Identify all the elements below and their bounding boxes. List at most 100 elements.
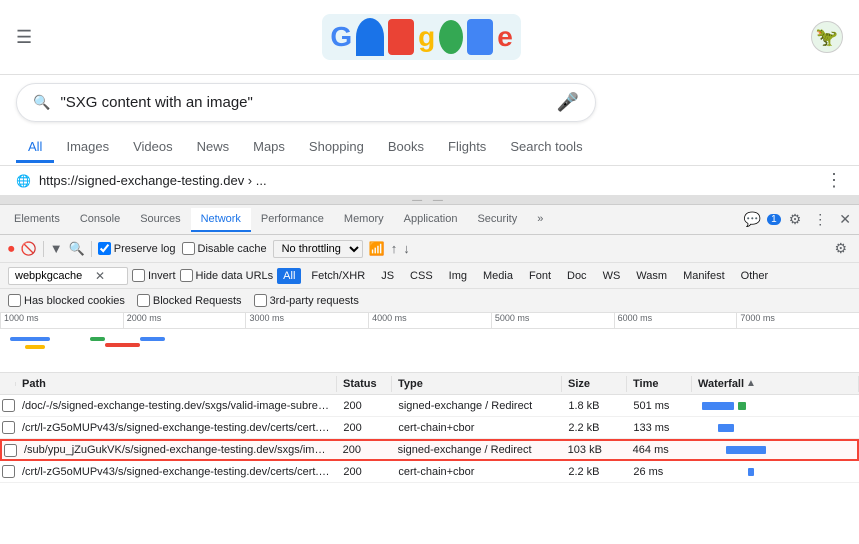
result-more-icon[interactable]: ⋮ — [825, 170, 843, 191]
table-row[interactable]: /crt/l-zG5oMUPv43/s/signed-exchange-test… — [0, 417, 859, 439]
search-box[interactable]: 🔍 "SXG content with an image" 🎤 — [16, 83, 596, 122]
row-type-2: cert-chain+cbor — [392, 420, 562, 436]
network-settings-icon[interactable]: ⚙ — [830, 238, 851, 258]
filter-bar: ✕ Invert Hide data URLs All Fetch/XHR JS… — [0, 263, 859, 289]
disable-cache-checkbox[interactable] — [182, 242, 195, 255]
toolbar-separator-2 — [91, 241, 92, 257]
tab-shopping[interactable]: Shopping — [297, 133, 376, 163]
filter-tag-all[interactable]: All — [277, 268, 301, 284]
table-row[interactable]: /crt/l-zG5oMUPv43/s/signed-exchange-test… — [0, 461, 859, 483]
filter-icon[interactable]: ▼ — [50, 241, 63, 256]
row-type-1: signed-exchange / Redirect — [392, 398, 562, 414]
row-path-4: /crt/l-zG5oMUPv43/s/signed-exchange-test… — [16, 464, 337, 480]
filter-tag-doc[interactable]: Doc — [561, 268, 593, 284]
invert-checkbox[interactable] — [132, 269, 145, 282]
hide-urls-label[interactable]: Hide data URLs — [180, 269, 274, 282]
th-type: Type — [392, 376, 562, 392]
devtools-tab-performance[interactable]: Performance — [251, 208, 334, 232]
third-party-checkbox[interactable] — [254, 294, 267, 307]
devtools-close-icon[interactable]: ✕ — [835, 209, 855, 230]
blocked-cookies-checkbox[interactable] — [8, 294, 21, 307]
th-path: Path — [16, 376, 337, 392]
preserve-log-checkbox[interactable] — [98, 242, 111, 255]
th-time: Time — [627, 376, 692, 392]
row-type-4: cert-chain+cbor — [392, 464, 562, 480]
row-path-2: /crt/l-zG5oMUPv43/s/signed-exchange-test… — [16, 420, 337, 436]
filter-tag-fetch[interactable]: Fetch/XHR — [305, 268, 371, 284]
timeline-ruler: 1000 ms 2000 ms 3000 ms 4000 ms 5000 ms … — [0, 313, 859, 329]
disable-cache-label[interactable]: Disable cache — [182, 242, 267, 255]
waterfall-sort-arrow: ▲ — [746, 378, 756, 389]
row-checkbox-4[interactable] — [0, 463, 16, 480]
tab-all[interactable]: All — [16, 133, 54, 163]
tab-videos[interactable]: Videos — [121, 133, 185, 163]
hide-urls-checkbox[interactable] — [180, 269, 193, 282]
row-status-4: 200 — [337, 464, 392, 480]
devtools-tab-icons: 💬 1 ⚙ ⋮ ✕ — [740, 209, 855, 230]
blocked-requests-checkbox[interactable] — [137, 294, 150, 307]
tab-images[interactable]: Images — [54, 133, 121, 163]
search-result-bar: 🌐 https://signed-exchange-testing.dev › … — [0, 166, 859, 196]
record-icon[interactable]: ⏺ — [8, 241, 15, 257]
invert-label[interactable]: Invert — [132, 269, 176, 282]
filter-tag-wasm[interactable]: Wasm — [630, 268, 673, 284]
filter-input[interactable] — [15, 270, 95, 282]
tab-flights[interactable]: Flights — [436, 133, 498, 163]
filter-clear-icon[interactable]: ✕ — [95, 269, 105, 283]
tab-search-tools[interactable]: Search tools — [498, 133, 594, 163]
tab-news[interactable]: News — [185, 133, 242, 163]
filter-input-wrap: ✕ — [8, 267, 128, 285]
filter-tag-other[interactable]: Other — [735, 268, 775, 284]
filter-tag-js[interactable]: JS — [375, 268, 400, 284]
devtools-tab-console[interactable]: Console — [70, 208, 130, 232]
clear-icon[interactable]: 🚫 — [21, 241, 37, 257]
hamburger-icon[interactable]: ☰ — [16, 27, 32, 48]
devtools-tab-elements[interactable]: Elements — [4, 208, 70, 232]
row-checkbox-2[interactable] — [0, 419, 16, 436]
filter-tag-manifest[interactable]: Manifest — [677, 268, 731, 284]
table-row-highlighted[interactable]: /sub/ypu_jZuGukVK/s/signed-exchange-test… — [0, 439, 859, 461]
timeline-bar-4 — [105, 343, 140, 347]
filter-tag-media[interactable]: Media — [477, 268, 519, 284]
row-checkbox-3[interactable] — [2, 442, 18, 459]
devtools-drag-handle[interactable]: — — — [0, 196, 859, 204]
timeline-bar-3 — [90, 337, 105, 341]
throttle-select[interactable]: No throttling — [273, 240, 363, 258]
blocked-cookies-label[interactable]: Has blocked cookies — [8, 294, 125, 307]
devtools-tab-network[interactable]: Network — [191, 208, 251, 232]
filter-tag-css[interactable]: CSS — [404, 268, 439, 284]
filter-tag-img[interactable]: Img — [443, 268, 473, 284]
waterfall-bar-2 — [718, 424, 734, 432]
table-row[interactable]: /doc/-/s/signed-exchange-testing.dev/sxg… — [0, 395, 859, 417]
avatar[interactable]: 🦖 — [811, 21, 843, 53]
devtools-tab-memory[interactable]: Memory — [334, 208, 394, 232]
third-party-label[interactable]: 3rd-party requests — [254, 294, 359, 307]
feedback-icon[interactable]: 💬 — [740, 209, 765, 230]
upload-icon[interactable]: ↑ — [391, 241, 398, 256]
toolbar-settings: ⚙ — [830, 240, 851, 257]
row-time-3: 464 ms — [627, 442, 692, 458]
tab-maps[interactable]: Maps — [241, 133, 297, 163]
row-checkbox-1[interactable] — [0, 397, 16, 414]
online-icon[interactable]: 📶 — [369, 241, 385, 257]
globe-icon: 🌐 — [16, 174, 31, 188]
result-url[interactable]: https://signed-exchange-testing.dev › ..… — [39, 173, 267, 188]
devtools-tab-more[interactable]: » — [527, 208, 553, 232]
filter-tag-font[interactable]: Font — [523, 268, 557, 284]
devtools-tab-application[interactable]: Application — [394, 208, 468, 232]
filter-tag-ws[interactable]: WS — [597, 268, 627, 284]
devtools-more-icon[interactable]: ⋮ — [809, 209, 831, 230]
devtools-settings-icon[interactable]: ⚙ — [785, 209, 806, 230]
mic-icon[interactable]: 🎤 — [557, 92, 579, 113]
row-waterfall-1 — [692, 397, 859, 415]
search-icon[interactable]: 🔍 — [69, 241, 85, 257]
devtools-tab-security[interactable]: Security — [467, 208, 527, 232]
download-icon[interactable]: ↓ — [403, 241, 410, 256]
tab-books[interactable]: Books — [376, 133, 436, 163]
blocked-requests-label[interactable]: Blocked Requests — [137, 294, 242, 307]
row-status-3: 200 — [337, 442, 392, 458]
ruler-mark-2000: 2000 ms — [123, 313, 246, 328]
devtools-tab-sources[interactable]: Sources — [130, 208, 190, 232]
preserve-log-label[interactable]: Preserve log — [98, 242, 176, 255]
timeline-area: 1000 ms 2000 ms 3000 ms 4000 ms 5000 ms … — [0, 313, 859, 373]
